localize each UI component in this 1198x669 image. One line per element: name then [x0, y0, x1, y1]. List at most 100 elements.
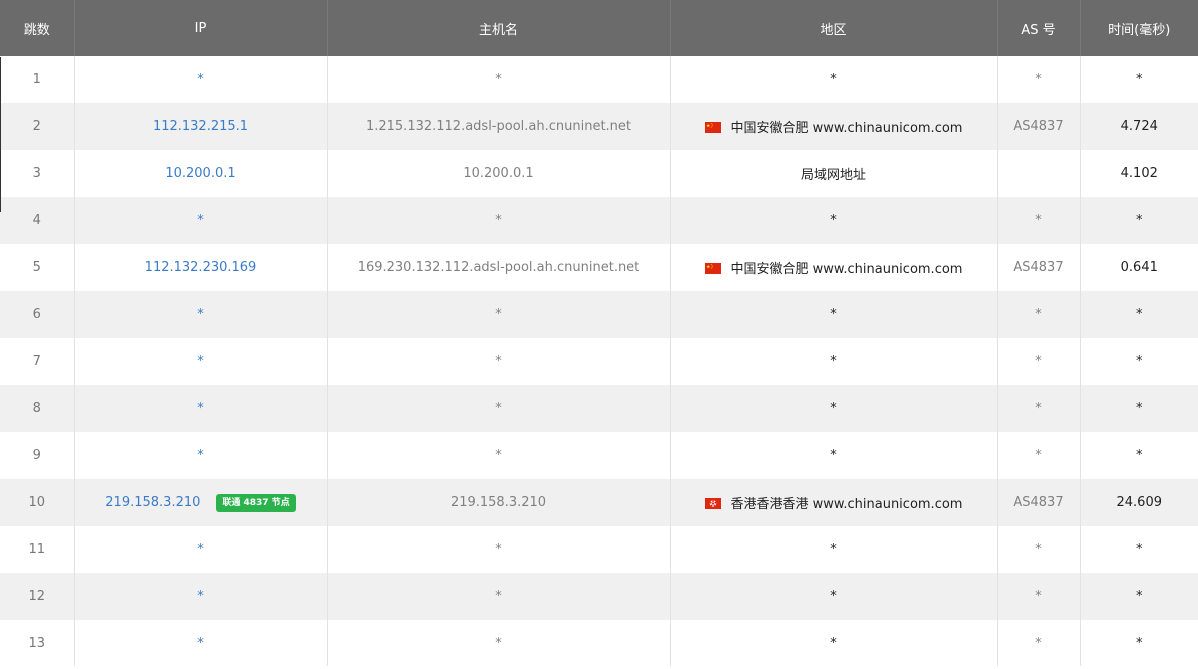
ip-cell: * [74, 432, 328, 479]
table-row: 11 * * * * * [0, 526, 1198, 573]
traceroute-table: 跳数 IP 主机名 地区 AS 号 时间(毫秒) 1 * * * * * 2 112.132.… [0, 0, 1198, 666]
ip-cell: * [74, 526, 328, 573]
region-cell: * [670, 432, 998, 479]
header-as[interactable]: AS 号 [997, 0, 1081, 56]
hop-cell: 7 [0, 338, 75, 385]
cn-flag-icon [704, 263, 721, 274]
ip-cell: * [74, 291, 328, 338]
region-cell: * [670, 197, 998, 244]
hostname-cell: * [327, 291, 671, 338]
hop-cell: 8 [0, 385, 75, 432]
ip-cell: * [74, 197, 328, 244]
as-cell: * [997, 620, 1081, 666]
region-cell: * [670, 56, 998, 103]
ip-value: * [197, 307, 204, 322]
table-row: 6 * * * * * [0, 291, 1198, 338]
hop-cell: 2 [0, 103, 75, 150]
time-cell: 24.609 [1116, 495, 1163, 510]
region-cell: * [670, 385, 998, 432]
ip-value: * [197, 213, 204, 228]
ip-cell: * [74, 620, 328, 666]
region-cell: * [670, 526, 998, 573]
time-cell: * [1136, 401, 1143, 416]
hostname-cell: 219.158.3.210 [327, 479, 671, 526]
header-ip[interactable]: IP [74, 0, 328, 56]
hop-cell: 3 [0, 150, 75, 197]
ip-link[interactable]: 112.132.230.169 [145, 260, 257, 275]
hostname-cell: * [327, 526, 671, 573]
region-value: * [830, 72, 837, 87]
time-cell: * [1136, 307, 1143, 322]
region-cell: 局域网地址 [670, 150, 998, 197]
as-cell: * [997, 291, 1081, 338]
ip-cell: 112.132.230.169 [74, 244, 328, 291]
time-cell: * [1136, 213, 1143, 228]
hostname-cell: * [327, 56, 671, 103]
ip-cell: * [74, 56, 328, 103]
header-hop[interactable]: 跳数 [0, 0, 75, 56]
hop-cell: 12 [0, 573, 75, 620]
ip-cell: * [74, 385, 328, 432]
table-row: 1 * * * * * [0, 56, 1198, 103]
ip-value: * [197, 589, 204, 604]
hop-cell: 4 [0, 197, 75, 244]
region-cell: 中国安徽合肥 www.chinaunicom.com [670, 103, 998, 150]
region-value: * [830, 448, 837, 463]
ip-cell: 219.158.3.210 联通 4837 节点 [74, 479, 328, 526]
time-cell: * [1136, 448, 1143, 463]
hop-cell: 13 [0, 620, 75, 666]
header-region[interactable]: 地区 [670, 0, 998, 56]
header-hostname[interactable]: 主机名 [327, 0, 671, 56]
region-value: * [830, 635, 837, 651]
ip-cell: 10.200.0.1 [74, 150, 328, 197]
region-cell: * [670, 291, 998, 338]
table-row: 13 * * * * * [0, 620, 1198, 666]
region-value: * [830, 542, 837, 557]
ip-value: * [197, 72, 204, 87]
table-row: 7 * * * * * [0, 338, 1198, 385]
ip-value: * [197, 635, 204, 651]
table-row: 2 112.132.215.1 1.215.132.112.adsl-pool.ah… [0, 103, 1198, 150]
region-value: * [830, 213, 837, 228]
as-cell: * [997, 338, 1081, 385]
table-header: 跳数 IP 主机名 地区 AS 号 时间(毫秒) [0, 0, 1198, 56]
region-value: 香港香港香港 www.chinaunicom.com [730, 497, 963, 512]
as-cell: * [997, 385, 1081, 432]
ip-value: * [197, 542, 204, 557]
hostname-cell: * [327, 385, 671, 432]
as-cell: * [997, 573, 1081, 620]
ip-cell: * [74, 573, 328, 620]
header-time[interactable]: 时间(毫秒) [1080, 0, 1198, 56]
ip-link[interactable]: 10.200.0.1 [165, 166, 235, 181]
region-cell: 中国安徽合肥 www.chinaunicom.com [670, 244, 998, 291]
region-cell: 香港香港香港 www.chinaunicom.com [670, 479, 998, 526]
ip-link[interactable]: 219.158.3.210 [105, 495, 200, 510]
ip-link[interactable]: 112.132.215.1 [153, 119, 248, 134]
table-row: 9 * * * * * [0, 432, 1198, 479]
as-cell [997, 150, 1081, 197]
ip-cell: * [74, 338, 328, 385]
region-value: 中国安徽合肥 www.chinaunicom.com [730, 262, 963, 277]
region-value: * [830, 354, 837, 369]
hostname-cell: 10.200.0.1 [327, 150, 671, 197]
time-cell: * [1136, 542, 1143, 557]
table-row: 10 219.158.3.210 联通 4837 节点 219.158.3.210 香港… [0, 479, 1198, 526]
hostname-cell: 169.230.132.112.adsl-pool.ah.cnuninet.ne… [327, 244, 671, 291]
ip-value: * [197, 448, 204, 463]
time-cell: 0.641 [1120, 260, 1158, 275]
node-badge: 联通 4837 节点 [216, 493, 296, 512]
hop-cell: 5 [0, 244, 75, 291]
as-cell: AS4837 [997, 244, 1081, 291]
as-cell: * [997, 526, 1081, 573]
region-value: 局域网地址 [800, 168, 866, 183]
region-value: * [830, 401, 837, 416]
as-cell: * [997, 432, 1081, 479]
ip-value: * [197, 354, 204, 369]
hop-cell: 6 [0, 291, 75, 338]
table-body: 1 * * * * * 2 112.132.215.1 1.215.132.112.adsl-p… [0, 56, 1198, 666]
table-row: 3 10.200.0.1 10.200.0.1 局域网地址 4.102 [0, 150, 1198, 197]
ip-value: * [197, 401, 204, 416]
region-value: * [830, 589, 837, 604]
time-cell: * [1136, 72, 1143, 87]
hop-cell: 1 [0, 56, 75, 103]
